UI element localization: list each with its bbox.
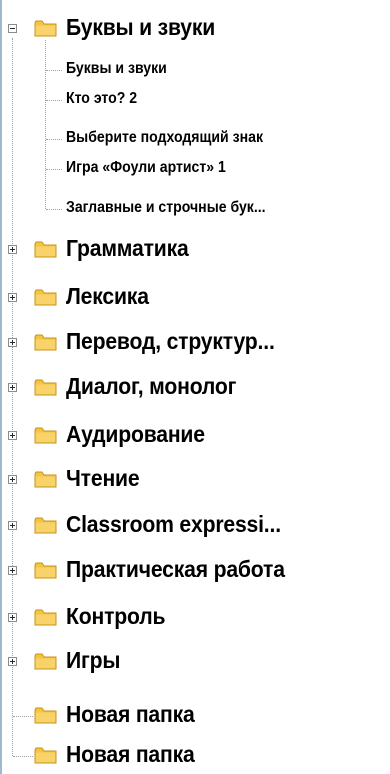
tree-node-label[interactable]: Игры	[66, 647, 120, 674]
tree-node-label[interactable]: Чтение	[66, 465, 140, 492]
tree-child-connector	[46, 169, 62, 170]
folder-icon	[34, 707, 57, 724]
folder-icon	[34, 20, 57, 37]
expand-icon[interactable]	[8, 293, 17, 302]
tree-child-connector	[46, 209, 62, 210]
folder-icon	[34, 609, 57, 626]
tree-node-folder[interactable]: Диалог, монолог	[0, 370, 390, 406]
folder-icon	[34, 427, 57, 444]
tree-node-empty-folder[interactable]: Новая папка	[0, 738, 390, 774]
tree-node-folder[interactable]: Практическая работа	[0, 553, 390, 589]
tree-node-folder[interactable]: Игры	[0, 644, 390, 680]
tree-node-label[interactable]: Практическая работа	[66, 556, 285, 583]
tree-node-label[interactable]: Контроль	[66, 603, 165, 630]
tree-node-folder[interactable]: Чтение	[0, 462, 390, 498]
folder-icon	[34, 653, 57, 670]
expand-icon[interactable]	[8, 657, 17, 666]
tree-node-label[interactable]: Буквы и звуки	[66, 14, 215, 41]
tree-child-connector	[46, 139, 62, 140]
expand-icon[interactable]	[8, 245, 17, 254]
tree-child-item[interactable]: Кто это? 2	[66, 90, 137, 108]
tree-node-label[interactable]: Грамматика	[66, 235, 189, 262]
tree-child-connector	[46, 70, 62, 71]
folder-icon	[34, 334, 57, 351]
folder-tree: Буквы и звуки Буквы и звуки Кто это? 2 В…	[0, 0, 390, 774]
tree-child-item[interactable]: Игра «Фоули артист» 1	[66, 159, 226, 177]
tree-node-label[interactable]: Classroom expressi...	[66, 511, 281, 538]
tree-node-folder[interactable]: Перевод, структур...	[0, 325, 390, 361]
expand-icon[interactable]	[8, 521, 17, 530]
tree-child-item[interactable]: Буквы и звуки	[66, 60, 167, 78]
tree-node-folder[interactable]: Грамматика	[0, 232, 390, 268]
tree-child-item[interactable]: Заглавные и строчные бук...	[66, 199, 266, 217]
folder-icon	[34, 562, 57, 579]
tree-child-item[interactable]: Выберите подходящий знак	[66, 129, 263, 147]
tree-node-folder[interactable]: Лексика	[0, 280, 390, 316]
expand-icon[interactable]	[8, 566, 17, 575]
tree-node-label[interactable]: Новая папка	[66, 741, 195, 768]
tree-node-label[interactable]: Перевод, структур...	[66, 328, 275, 355]
tree-node-open-folder[interactable]: Буквы и звуки	[0, 11, 390, 47]
tree-node-folder[interactable]: Контроль	[0, 600, 390, 636]
tree-node-label[interactable]: Диалог, монолог	[66, 373, 236, 400]
expand-icon[interactable]	[8, 613, 17, 622]
tree-node-label[interactable]: Аудирование	[66, 421, 205, 448]
folder-icon	[34, 241, 57, 258]
tree-node-empty-folder[interactable]: Новая папка	[0, 698, 390, 734]
expand-icon[interactable]	[8, 338, 17, 347]
folder-icon	[34, 379, 57, 396]
expand-icon[interactable]	[8, 431, 17, 440]
tree-node-label[interactable]: Лексика	[66, 283, 149, 310]
tree-node-folder[interactable]: Classroom expressi...	[0, 508, 390, 544]
tree-node-folder[interactable]: Аудирование	[0, 418, 390, 454]
folder-icon	[34, 747, 57, 764]
expand-icon[interactable]	[8, 475, 17, 484]
folder-icon	[34, 289, 57, 306]
tree-child-connector	[46, 100, 62, 101]
collapse-icon[interactable]	[8, 24, 17, 33]
folder-icon	[34, 517, 57, 534]
tree-node-label[interactable]: Новая папка	[66, 701, 195, 728]
expand-icon[interactable]	[8, 383, 17, 392]
folder-icon	[34, 471, 57, 488]
tree-children-line	[45, 40, 46, 209]
